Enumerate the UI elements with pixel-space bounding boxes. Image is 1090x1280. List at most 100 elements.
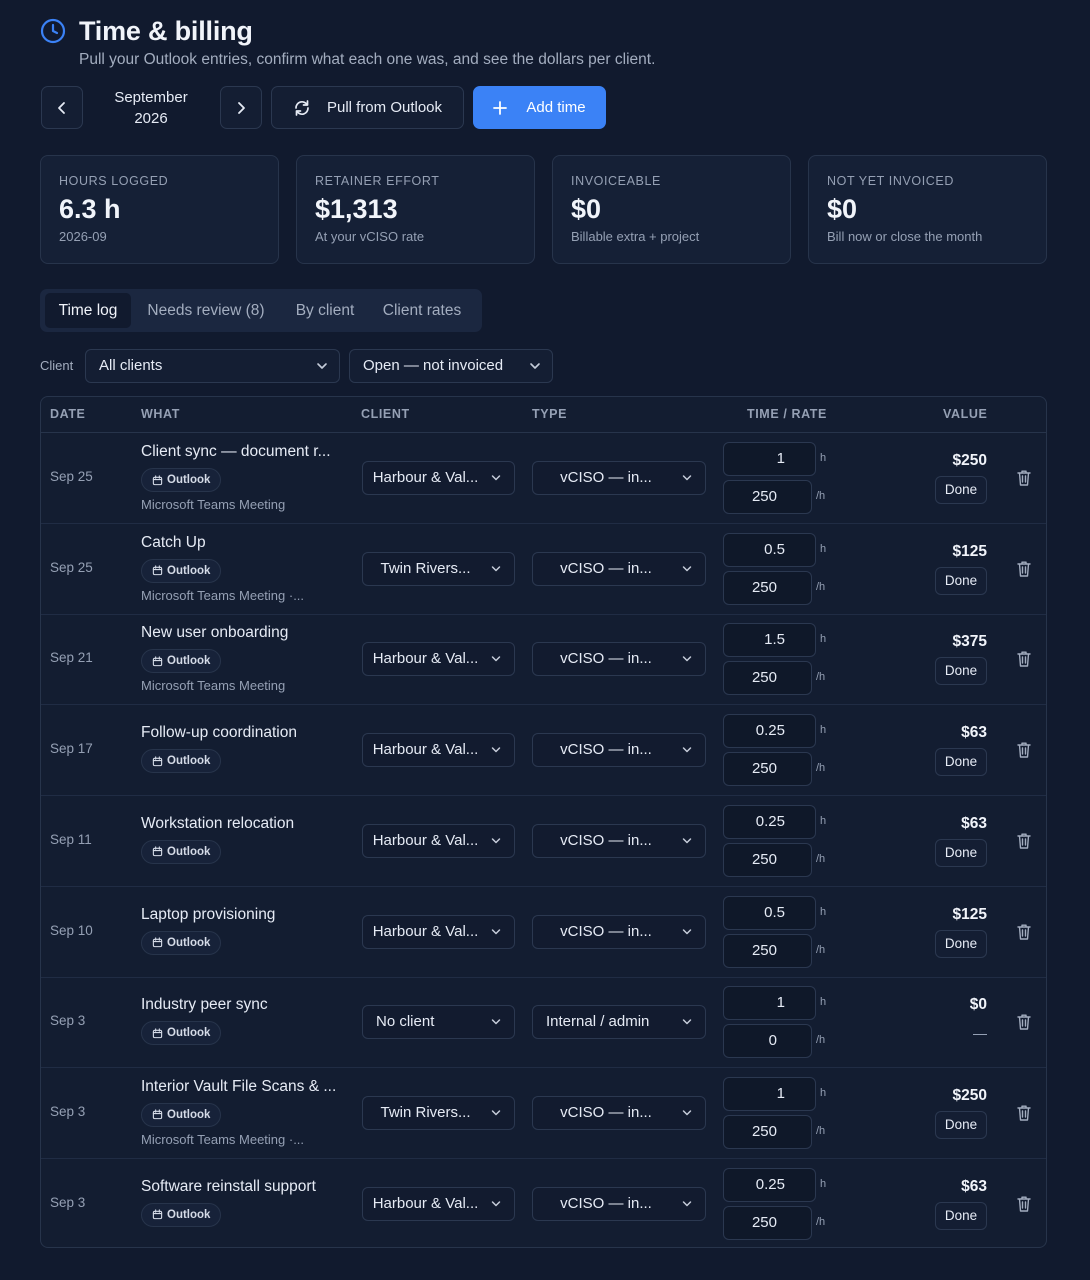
chevron-down-icon bbox=[491, 656, 501, 662]
chevron-down-icon bbox=[530, 363, 540, 369]
chevron-down-icon bbox=[682, 1200, 692, 1206]
row-type-select[interactable]: vCISO — in... bbox=[532, 1186, 706, 1221]
row-rate-input[interactable]: 250 bbox=[723, 1205, 812, 1240]
stat-invoiceable: INVOICEABLE $0 Billable extra + project bbox=[552, 155, 791, 264]
row-rate-input[interactable]: 250 bbox=[723, 570, 812, 605]
outlook-badge: Outlook bbox=[141, 649, 222, 674]
row-client-select[interactable]: Harbour & Val... bbox=[362, 642, 515, 677]
row-client-select[interactable]: No client bbox=[362, 1005, 515, 1040]
row-client-select[interactable]: Harbour & Val... bbox=[362, 914, 515, 949]
outlook-badge-label: Outlook bbox=[167, 845, 211, 858]
done-button[interactable]: Done bbox=[935, 657, 987, 686]
row-client-select[interactable]: Harbour & Val... bbox=[362, 461, 515, 495]
done-button[interactable]: Done bbox=[935, 838, 987, 867]
row-rate-input[interactable]: 250 bbox=[723, 1114, 812, 1149]
row-hours-input[interactable]: 0.5 bbox=[723, 895, 816, 930]
done-button[interactable]: Done bbox=[935, 929, 987, 958]
prev-month-button[interactable] bbox=[41, 86, 83, 129]
trash-icon[interactable] bbox=[1016, 832, 1032, 850]
row-type-value: Internal / admin bbox=[546, 1013, 650, 1031]
calendar-icon bbox=[152, 565, 163, 576]
row-rate-input[interactable]: 0 bbox=[723, 1024, 812, 1059]
trash-icon[interactable] bbox=[1016, 560, 1032, 578]
trash-icon[interactable] bbox=[1016, 923, 1032, 941]
row-title: Catch Up bbox=[141, 533, 206, 551]
row-type-select[interactable]: vCISO — in... bbox=[532, 1095, 706, 1130]
row-client-select[interactable]: Twin Rivers... bbox=[362, 551, 515, 586]
row-hours-input[interactable]: 1 bbox=[723, 986, 816, 1021]
row-client-select[interactable]: Harbour & Val... bbox=[362, 823, 515, 858]
row-value: $63 bbox=[961, 1177, 987, 1195]
row-source: Microsoft Teams Meeting ·... bbox=[141, 1131, 305, 1147]
chevron-down-icon bbox=[682, 747, 692, 753]
row-hours-input[interactable]: 1.5 bbox=[723, 623, 816, 658]
row-type-select[interactable]: vCISO — in... bbox=[532, 823, 706, 858]
row-rate-input[interactable]: 250 bbox=[723, 933, 812, 968]
status-filter-select[interactable]: Open — not invoiced bbox=[349, 349, 553, 383]
next-month-button[interactable] bbox=[220, 86, 262, 129]
page-subtitle: Pull your Outlook entries, confirm what … bbox=[79, 51, 656, 68]
row-rate-input[interactable]: 250 bbox=[723, 661, 812, 696]
client-filter-select[interactable]: All clients bbox=[85, 349, 340, 383]
tab-needs-review[interactable]: Needs review (8) bbox=[136, 293, 276, 328]
tab-client-rates[interactable]: Client rates bbox=[372, 293, 472, 328]
chevron-down-icon bbox=[682, 928, 692, 934]
row-type-select[interactable]: vCISO — in... bbox=[532, 914, 706, 949]
done-button[interactable]: Done bbox=[935, 1201, 987, 1230]
row-title: Laptop provisioning bbox=[141, 905, 276, 923]
trash-icon[interactable] bbox=[1016, 741, 1032, 759]
row-type-value: vCISO — in... bbox=[560, 922, 652, 940]
row-hours-input[interactable]: 0.25 bbox=[723, 714, 816, 749]
row-hours-input[interactable]: 0.25 bbox=[723, 1167, 816, 1202]
row-value: $125 bbox=[952, 542, 987, 560]
row-title: Follow-up coordination bbox=[141, 724, 297, 742]
done-button[interactable]: Done bbox=[935, 748, 987, 777]
stat-sub: 2026-09 bbox=[59, 229, 107, 244]
row-hours-input[interactable]: 1 bbox=[723, 442, 816, 476]
chevron-down-icon bbox=[491, 1110, 501, 1116]
row-rate-input[interactable]: 250 bbox=[723, 752, 812, 787]
done-button[interactable]: Done bbox=[935, 566, 987, 595]
chevron-down-icon bbox=[491, 928, 501, 934]
outlook-badge-label: Outlook bbox=[167, 936, 211, 949]
row-type-select[interactable]: vCISO — in... bbox=[532, 461, 706, 495]
row-client-value: Harbour & Val... bbox=[372, 831, 479, 849]
row-type-value: vCISO — in... bbox=[560, 1194, 652, 1212]
column-type: TYPE bbox=[532, 407, 568, 421]
calendar-icon bbox=[152, 1109, 163, 1120]
row-client-select[interactable]: Twin Rivers... bbox=[362, 1095, 515, 1130]
chevron-down-icon bbox=[682, 838, 692, 844]
calendar-icon bbox=[152, 656, 163, 667]
refresh-icon bbox=[295, 99, 309, 116]
chevron-down-icon bbox=[491, 1200, 501, 1206]
trash-icon[interactable] bbox=[1016, 1104, 1032, 1122]
row-type-select[interactable]: Internal / admin bbox=[532, 1005, 706, 1040]
row-date: Sep 3 bbox=[50, 1103, 86, 1119]
hours-unit: h bbox=[820, 996, 827, 1009]
row-client-select[interactable]: Harbour & Val... bbox=[362, 733, 515, 768]
trash-icon[interactable] bbox=[1016, 650, 1032, 668]
done-button[interactable]: Done bbox=[935, 1110, 987, 1139]
trash-icon[interactable] bbox=[1016, 469, 1032, 487]
pull-from-outlook-button[interactable]: Pull from Outlook bbox=[271, 86, 464, 129]
row-hours-input[interactable]: 0.25 bbox=[723, 804, 816, 839]
row-rate-input[interactable]: 250 bbox=[723, 842, 812, 877]
trash-icon[interactable] bbox=[1016, 1013, 1032, 1031]
row-type-select[interactable]: vCISO — in... bbox=[532, 642, 706, 677]
row-hours-input[interactable]: 0.5 bbox=[723, 532, 816, 567]
row-type-select[interactable]: vCISO — in... bbox=[532, 551, 706, 586]
no-action-dash bbox=[973, 1034, 987, 1036]
row-type-select[interactable]: vCISO — in... bbox=[532, 733, 706, 768]
tab-time-log[interactable]: Time log bbox=[45, 293, 131, 328]
row-hours-input[interactable]: 1 bbox=[723, 1076, 816, 1111]
tab-by-client[interactable]: By client bbox=[282, 293, 368, 328]
row-value: $63 bbox=[961, 724, 987, 742]
row-client-value: Twin Rivers... bbox=[380, 1103, 471, 1121]
row-rate-input[interactable]: 250 bbox=[723, 480, 812, 514]
trash-icon[interactable] bbox=[1016, 1195, 1032, 1213]
done-button[interactable]: Done bbox=[935, 476, 987, 504]
add-time-button[interactable]: Add time bbox=[473, 86, 606, 129]
row-client-select[interactable]: Harbour & Val... bbox=[362, 1186, 515, 1221]
column-client: CLIENT bbox=[361, 407, 410, 421]
calendar-icon bbox=[152, 937, 163, 948]
